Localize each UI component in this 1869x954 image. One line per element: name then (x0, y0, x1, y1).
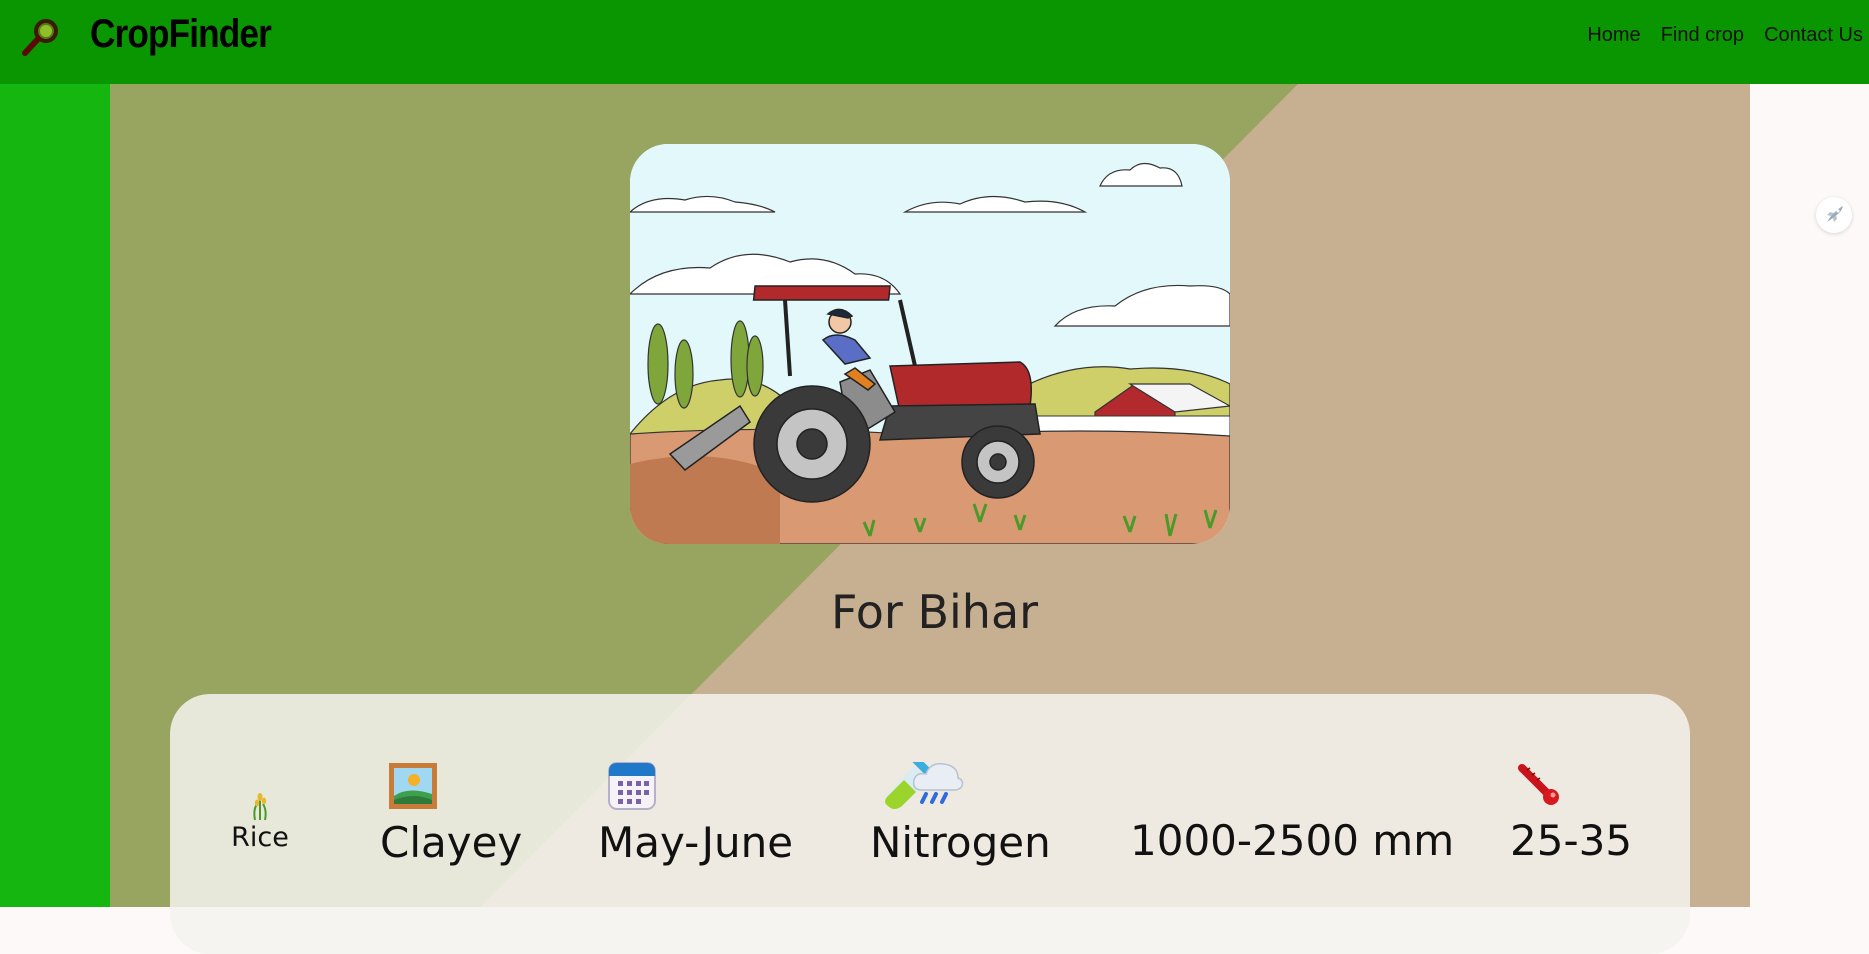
soil-label: Clayey (380, 818, 523, 867)
crop-info-card: Rice Clayey May-June Nitrogen 1000-2500 … (170, 694, 1690, 954)
info-soil: Clayey (380, 762, 523, 867)
tractor-illustration (630, 144, 1230, 544)
magnifier-logo-icon[interactable] (20, 16, 62, 58)
navbar: CropFinder Home Find crop Contact Us (0, 0, 1869, 84)
rocket-float-button[interactable] (1816, 197, 1852, 233)
info-crop: Rice (210, 792, 310, 853)
calendar-icon (608, 762, 656, 810)
brand-title[interactable]: CropFinder (90, 12, 272, 57)
rainfall-label: 1000-2500 mm (1130, 816, 1455, 865)
thermometer-icon (1518, 762, 1562, 806)
nav-find-crop-link[interactable]: Find crop (1661, 24, 1744, 47)
nav-contact-link[interactable]: Contact Us (1764, 24, 1863, 47)
temperature-label: 25-35 (1510, 816, 1633, 865)
left-strip (0, 84, 110, 907)
info-temperature: 25-35 (1510, 762, 1633, 865)
nav-links: Home Find crop Contact Us (1587, 24, 1863, 47)
info-season: May-June (598, 762, 794, 867)
info-rainfall: 1000-2500 mm (912, 762, 1455, 865)
nutrient-label: Nitrogen (870, 818, 1051, 867)
page-heading: For Bihar (830, 585, 1039, 639)
framed-landscape-icon (388, 762, 438, 810)
rocket-icon (1827, 206, 1843, 222)
nav-home-link[interactable]: Home (1587, 24, 1640, 47)
crop-label: Rice (231, 822, 289, 853)
rain-cloud-icon (912, 762, 964, 806)
right-margin (1750, 84, 1869, 907)
rice-plant-icon (249, 792, 271, 821)
season-label: May-June (598, 818, 794, 867)
